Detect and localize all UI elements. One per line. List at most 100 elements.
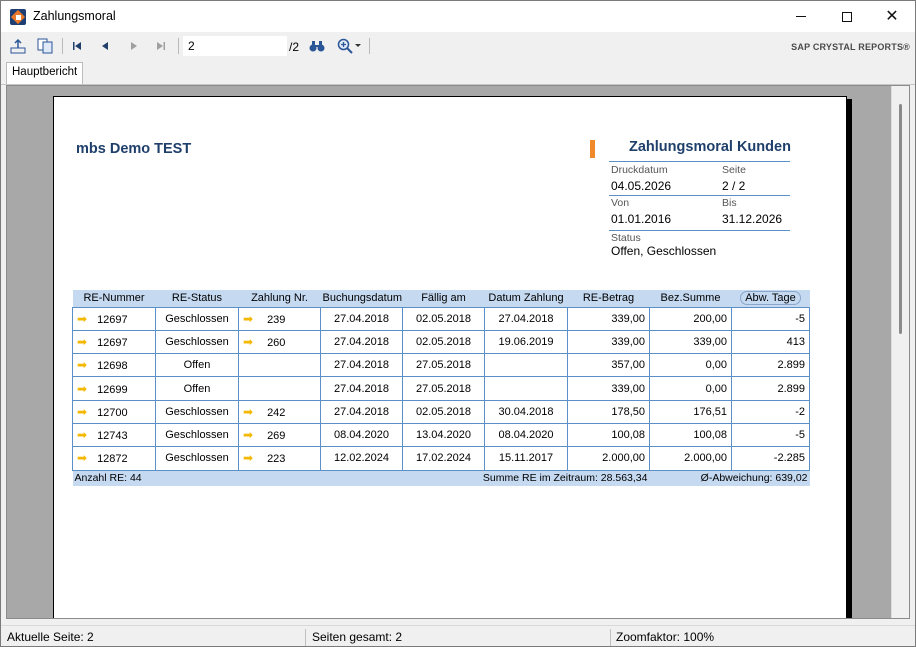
buchungsdatum-value: 27.04.2018: [333, 359, 390, 372]
drilldown-arrow-icon[interactable]: ➡: [77, 312, 87, 326]
faellig-am-cell: 27.05.2018: [402, 376, 485, 401]
table-row: ➡ 12872 Geschlossen ➡ 223 12.02.2024 17.02.202…: [72, 446, 810, 471]
buchungsdatum-value: 27.04.2018: [333, 335, 390, 348]
re-nummer-cell: ➡ 12697: [72, 329, 156, 355]
bez-summe-cell: 0,00: [649, 353, 732, 378]
drilldown-arrow-icon[interactable]: ➡: [243, 451, 253, 465]
close-button[interactable]: ✕: [869, 1, 915, 32]
report-page: mbs Demo TEST Zahlungsmoral Kunden Druck…: [53, 96, 847, 618]
table-row: ➡ 12743 Geschlossen ➡ 269 08.04.2020 13.04.202…: [72, 422, 810, 448]
table-row: ➡ 12700 Geschlossen ➡ 242 27.04.2018 02.05.201…: [72, 399, 810, 424]
abw-tage-value: 413: [786, 335, 805, 348]
datum-zahlung-cell: 08.04.2020: [484, 422, 568, 448]
column-header: RE-Nummer: [72, 290, 156, 307]
toolbar-separator: [369, 38, 370, 54]
buchungsdatum-cell: 27.04.2018: [320, 353, 403, 378]
drilldown-arrow-icon[interactable]: ➡: [77, 428, 87, 442]
re-nummer-value: 12743: [97, 430, 128, 443]
zahlung-nr-value: 223: [267, 453, 286, 466]
zahlung-nr-value: 239: [267, 313, 286, 326]
maximize-button[interactable]: [824, 1, 870, 32]
drilldown-arrow-icon[interactable]: ➡: [77, 451, 87, 465]
zahlung-nr-cell: ➡ 269: [238, 422, 321, 448]
abw-tage-cell: -2.285: [731, 446, 810, 471]
title-bar: Zahlungsmoral ✕: [1, 1, 915, 32]
von-label: Von: [611, 197, 630, 209]
last-page-icon: [157, 42, 165, 50]
buchungsdatum-value: 08.04.2020: [333, 429, 390, 442]
datum-zahlung-value: 30.04.2018: [498, 405, 554, 418]
datum-zahlung-value: 15.11.2017: [498, 452, 554, 465]
abw-tage-cell: -2: [731, 399, 810, 424]
re-betrag-cell: 100,08: [567, 422, 650, 448]
re-status-value: Geschlossen: [165, 405, 229, 418]
bez-summe-cell: 2.000,00: [649, 446, 732, 471]
previous-page-button[interactable]: [95, 36, 115, 56]
faellig-am-value: 27.05.2018: [415, 382, 472, 395]
re-status-cell: Geschlossen: [155, 306, 239, 331]
datum-zahlung-cell: 27.04.2018: [484, 306, 568, 331]
copy-button[interactable]: [35, 36, 55, 56]
tab-hauptbericht[interactable]: Hauptbericht: [6, 62, 84, 84]
re-nummer-value: 12700: [97, 406, 128, 419]
re-status-cell: Geschlossen: [155, 329, 239, 355]
faellig-am-cell: 13.04.2020: [402, 422, 485, 448]
find-button[interactable]: [307, 36, 327, 56]
re-betrag-value: 357,00: [611, 359, 645, 372]
column-header: Abw. Tage: [731, 290, 810, 307]
buchungsdatum-value: 27.04.2018: [333, 382, 390, 395]
faellig-am-cell: 02.05.2018: [402, 399, 485, 424]
column-header: Buchungsdatum: [320, 290, 403, 307]
faellig-am-value: 13.04.2020: [415, 429, 472, 442]
abw-tage-value: -5: [795, 312, 805, 325]
zahlung-nr-value: 260: [267, 336, 286, 349]
zahlung-nr-cell: [238, 353, 321, 378]
datum-zahlung-value: 08.04.2020: [498, 429, 554, 442]
vertical-scrollbar[interactable]: [891, 86, 909, 618]
faellig-am-cell: 17.02.2024: [402, 446, 485, 471]
drilldown-arrow-icon[interactable]: ➡: [243, 312, 253, 326]
table-row: ➡ 12699 Offen 27.04.2018 27.05.2018 339,00 0,0…: [72, 376, 810, 401]
faellig-am-value: 02.05.2018: [415, 405, 472, 418]
abw-tage-value: -2: [795, 405, 805, 418]
abw-tage-value: 2.899: [777, 359, 805, 372]
drilldown-arrow-icon[interactable]: ➡: [77, 405, 87, 419]
report-viewer-window: Zahlungsmoral ✕ /2: [0, 0, 916, 647]
drilldown-arrow-icon[interactable]: ➡: [243, 335, 253, 349]
minimize-button[interactable]: [778, 1, 824, 32]
re-nummer-cell: ➡ 12699: [72, 376, 156, 401]
first-page-button[interactable]: [67, 36, 87, 56]
re-betrag-cell: 357,00: [567, 353, 650, 378]
buchungsdatum-value: 27.04.2018: [333, 405, 390, 418]
drilldown-arrow-icon[interactable]: ➡: [77, 382, 87, 396]
buchungsdatum-cell: 27.04.2018: [320, 399, 403, 424]
datum-zahlung-cell: 15.11.2017: [484, 446, 568, 471]
sap-crystal-reports-logo: SAP CRYSTAL REPORTS®: [791, 42, 910, 52]
buchungsdatum-value: 27.04.2018: [333, 312, 390, 325]
re-nummer-cell: ➡ 12743: [72, 422, 156, 448]
zahlung-nr-cell: ➡ 242: [238, 399, 321, 424]
table-row: ➡ 12697 Geschlossen ➡ 239 27.04.2018 02.05.201…: [72, 306, 810, 331]
binoculars-icon: [309, 41, 325, 52]
next-page-button[interactable]: [124, 36, 144, 56]
export-button[interactable]: [8, 36, 28, 56]
page-number-input[interactable]: [183, 36, 287, 56]
re-status-cell: Geschlossen: [155, 422, 239, 448]
drilldown-arrow-icon[interactable]: ➡: [243, 405, 253, 419]
last-page-button[interactable]: [151, 36, 171, 56]
chevron-down-icon: [355, 44, 361, 47]
druckdatum-value: 04.05.2026: [611, 179, 672, 193]
previous-page-icon: [102, 42, 108, 50]
abw-tage-cell: 2.899: [731, 376, 810, 401]
column-header: Bez.Summe: [649, 290, 732, 307]
drilldown-arrow-icon[interactable]: ➡: [77, 358, 87, 372]
zoom-dropdown-button[interactable]: [352, 36, 364, 56]
scrollbar-thumb[interactable]: [899, 104, 902, 334]
datum-zahlung-cell: 19.06.2019: [484, 329, 568, 355]
drilldown-arrow-icon[interactable]: ➡: [243, 428, 253, 442]
faellig-am-cell: 02.05.2018: [402, 306, 485, 331]
re-status-value: Offen: [183, 382, 211, 395]
re-betrag-cell: 339,00: [567, 376, 650, 401]
re-nummer-value: 12872: [97, 453, 128, 466]
drilldown-arrow-icon[interactable]: ➡: [77, 335, 87, 349]
